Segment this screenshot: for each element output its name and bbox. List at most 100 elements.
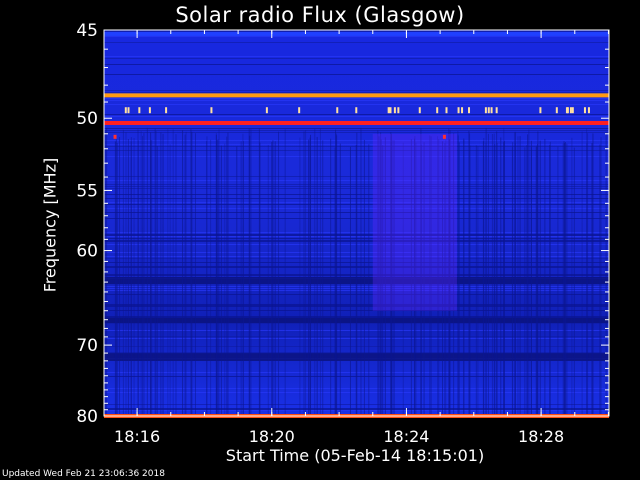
time-streak	[482, 141, 484, 414]
time-streak	[485, 127, 487, 414]
time-streak	[299, 137, 301, 415]
time-streak	[457, 135, 459, 415]
time-streak	[496, 131, 498, 414]
time-streak	[267, 144, 269, 414]
time-streak	[336, 135, 338, 414]
time-streak	[514, 131, 516, 414]
burst-mark	[490, 107, 493, 114]
time-streak	[571, 137, 573, 415]
stripe	[104, 36, 609, 37]
burst-mark	[148, 107, 151, 114]
time-streak	[172, 129, 174, 414]
time-streak	[356, 132, 358, 414]
stripe	[104, 128, 609, 129]
time-streak	[512, 142, 514, 414]
time-streak	[463, 139, 465, 415]
time-streak	[491, 134, 493, 414]
burst-mark	[298, 107, 301, 114]
burst-mark	[210, 107, 213, 114]
burst-mark	[265, 107, 268, 114]
time-streak	[503, 127, 505, 414]
time-streak	[250, 129, 252, 414]
burst-mark	[587, 107, 590, 114]
burst-mark	[113, 134, 117, 139]
time-streak	[125, 132, 127, 414]
stripe	[104, 116, 609, 117]
burst-mark	[445, 107, 448, 114]
time-streak	[182, 130, 184, 414]
time-streak	[169, 144, 171, 414]
time-streak	[133, 137, 135, 414]
y-tick-label: 80	[76, 407, 98, 427]
time-streak	[368, 144, 370, 415]
burst-mark	[393, 107, 396, 114]
time-streak	[308, 139, 310, 415]
time-streak	[184, 134, 186, 415]
burst-mark	[124, 107, 127, 114]
stripe	[104, 58, 609, 59]
time-streak	[586, 128, 588, 414]
time-streak	[141, 135, 143, 414]
burst-mark	[418, 107, 421, 114]
time-streak	[226, 136, 228, 414]
time-streak	[591, 143, 593, 414]
burst-mark	[461, 107, 464, 114]
time-streak	[278, 131, 280, 415]
time-streak	[335, 129, 337, 414]
stripe	[104, 104, 609, 105]
time-streak	[151, 140, 153, 414]
time-streak	[360, 127, 362, 414]
time-streak	[493, 133, 495, 414]
time-streak	[599, 144, 601, 415]
x-tick-label: 18:28	[518, 427, 564, 446]
burst-mark	[583, 107, 586, 114]
time-streak	[549, 145, 551, 414]
time-streak	[215, 134, 217, 414]
interference-band	[104, 120, 609, 125]
chart-root: { "chart_data": { "type": "heatmap", "ti…	[0, 0, 640, 480]
time-streak	[528, 129, 530, 414]
interference-band	[104, 93, 609, 98]
burst-mark	[127, 107, 130, 114]
time-streak	[236, 146, 238, 414]
time-streak	[274, 141, 276, 415]
time-streak	[573, 147, 575, 414]
time-streak	[363, 139, 365, 414]
burst-mark	[165, 107, 168, 114]
time-streak	[194, 133, 196, 414]
burst-mark	[468, 107, 471, 114]
time-streak	[160, 132, 162, 415]
time-streak	[242, 141, 244, 414]
stripe	[104, 114, 609, 115]
burst-mark	[571, 107, 574, 114]
time-streak	[154, 128, 156, 414]
time-streak	[162, 133, 164, 415]
burst-mark	[495, 107, 498, 114]
stripe	[104, 42, 609, 43]
burst-mark	[442, 134, 446, 139]
x-tick-label: 18:16	[114, 427, 160, 446]
stripe	[104, 98, 609, 99]
stripe	[104, 90, 609, 91]
stripe	[104, 130, 609, 131]
stripe	[104, 74, 609, 75]
time-streak	[143, 133, 145, 414]
burst-mark	[457, 107, 460, 114]
time-streak	[469, 145, 471, 414]
time-streak	[272, 140, 274, 414]
y-tick-label: 60	[76, 242, 98, 262]
time-streak	[458, 142, 460, 414]
time-streak	[137, 140, 139, 415]
time-streak	[557, 146, 559, 415]
burst-mark	[387, 107, 390, 114]
time-streak	[259, 142, 261, 414]
time-streak	[156, 146, 158, 414]
time-streak	[218, 128, 220, 414]
time-streak	[310, 134, 312, 414]
interference-band	[104, 31, 609, 36]
time-streak	[167, 128, 169, 415]
time-streak	[319, 128, 321, 415]
time-streak	[130, 137, 132, 414]
spectrogram-plot: 45 50 55 60 70 80 18:16 18:20 18:24 18:28	[76, 21, 610, 446]
time-streak	[316, 136, 318, 414]
